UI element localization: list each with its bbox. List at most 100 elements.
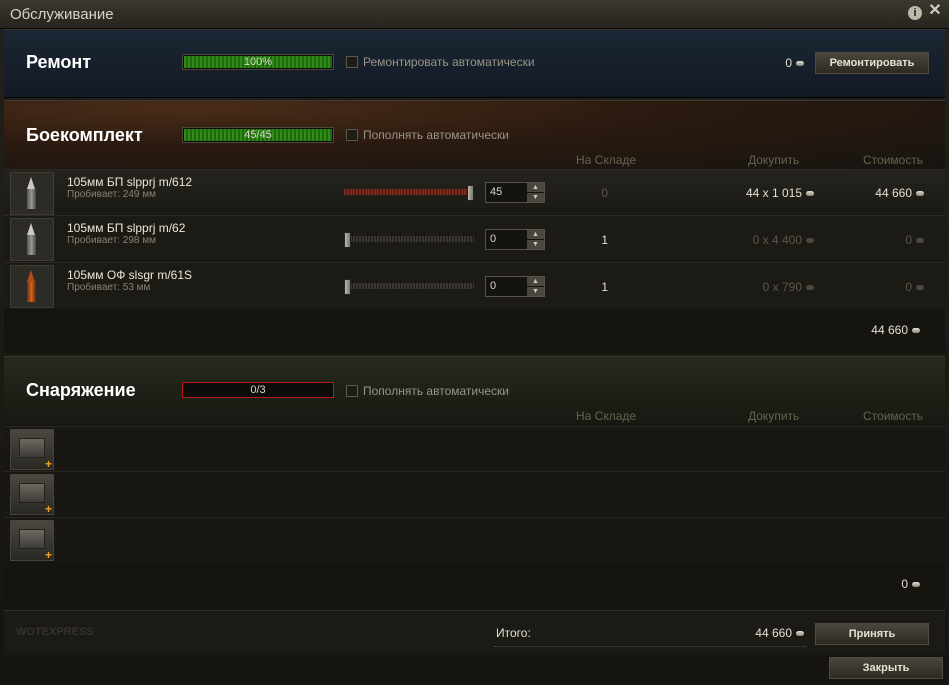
stepper-down-icon[interactable]: ▼ [527,240,544,249]
equipment-slot[interactable]: + [10,429,54,471]
credits-icon [912,582,920,587]
equipment-title: Снаряжение [26,380,136,400]
title-bar: Обслуживание i ✕ [0,0,949,29]
plus-icon: + [44,548,52,562]
ammo-buy: 0 x 4 400 [704,233,814,247]
ap-shell-icon [27,223,36,255]
equipment-auto-checkbox[interactable] [346,385,358,397]
ammo-buy: 44 x 1 015 [704,186,814,200]
stepper-up-icon[interactable]: ▲ [527,277,544,286]
ammo-cost: 0 [834,233,924,247]
ammo-slider-fill [344,189,472,195]
ammo-slider-thumb[interactable] [344,232,351,248]
ammo-slider-thumb[interactable] [344,279,351,295]
crate-icon [19,529,45,549]
crate-icon [19,438,45,458]
ammo-auto-label[interactable]: Пополнять автоматически [363,128,509,142]
ammo-row: 105мм БП slpprj m/62 Пробивает: 298 мм 0… [4,215,945,262]
shell-slot [10,172,54,215]
credits-icon [916,191,924,196]
ammo-cost-value: 44 660 [875,186,912,200]
ammo-row: 105мм БП slpprj m/612 Пробивает: 249 мм … [4,169,945,216]
equipment-col-stock: На Складе [576,409,637,423]
close-button[interactable]: Закрыть [829,657,943,679]
ammo-slider[interactable] [344,279,474,295]
ammo-penetration: Пробивает: 53 мм [67,282,151,293]
equipment-subtotal-value: 0 [901,577,908,591]
stepper-up-icon[interactable]: ▲ [527,230,544,239]
ammo-auto-checkbox[interactable] [346,129,358,141]
credits-icon [796,631,804,636]
total-value: 44 660 [704,626,804,640]
ammo-quantity-value: 45 [490,186,503,198]
total-divider [494,646,806,647]
ammo-subtotal: 44 660 [830,323,920,337]
ammo-title: Боекомплект [26,125,143,145]
repair-progress-label: 100% [243,56,273,68]
ammo-slider[interactable] [344,232,474,248]
equipment-col-buy: Докупить [748,409,800,423]
credits-icon [916,238,924,243]
ammo-name: 105мм БП slpprj m/62 [67,221,186,235]
stepper-down-icon[interactable]: ▼ [527,193,544,202]
total-amount: 44 660 [755,626,792,640]
repair-auto-checkbox[interactable] [346,56,358,68]
accept-button[interactable]: Принять [815,623,929,645]
ammo-cost: 0 [834,280,924,294]
repair-auto-label[interactable]: Ремонтировать автоматически [363,55,535,69]
ammo-buy: 0 x 790 [704,280,814,294]
equipment-col-cost: Стоимость [863,409,924,423]
window-title: Обслуживание [10,6,114,23]
credits-icon [806,285,814,290]
plus-icon: + [44,502,52,516]
close-icon[interactable]: ✕ [928,3,942,19]
equipment-row: + [4,471,945,516]
info-icon[interactable]: i [908,6,922,20]
ammo-slider[interactable] [344,185,474,201]
ammo-penetration: Пробивает: 249 мм [67,189,156,200]
ammo-name: 105мм БП slpprj m/612 [67,175,193,189]
ammo-cost-value: 0 [905,280,912,294]
plus-icon: + [44,457,52,471]
service-window: Обслуживание i ✕ Ремонт 100% Ремонтирова… [0,0,949,685]
ammo-slider-thumb[interactable] [467,185,474,201]
repair-section: Ремонт 100% Ремонтировать автоматически … [4,29,945,98]
ammo-quantity-stepper[interactable]: 0 ▲ ▼ [485,276,545,297]
stepper-up-icon[interactable]: ▲ [527,183,544,192]
watermark: WOTEXPRESS [16,626,94,638]
ap-shell-icon [27,177,36,209]
ammo-quantity-stepper[interactable]: 0 ▲ ▼ [485,229,545,250]
ammo-quantity-stepper[interactable]: 45 ▲ ▼ [485,182,545,203]
ammo-cost: 44 660 [834,186,924,200]
repair-button[interactable]: Ремонтировать [815,52,929,74]
shell-slot [10,218,54,261]
repair-title: Ремонт [26,52,92,72]
credits-icon [916,285,924,290]
ammo-buy-value: 44 x 1 015 [745,186,802,200]
equipment-slot[interactable]: + [10,474,54,516]
ammo-cost-value: 0 [905,233,912,247]
equipment-auto-label[interactable]: Пополнять автоматически [363,384,509,398]
shell-slot [10,265,54,308]
ammo-subtotal-value: 44 660 [871,323,908,337]
ammo-progress: 45/45 [182,127,334,143]
repair-progress: 100% [182,54,334,70]
repair-cost: 0 [744,56,804,70]
ammo-name: 105мм ОФ slsgr m/61S [67,268,192,282]
equipment-slot[interactable]: + [10,520,54,562]
ammo-col-stock: На Складе [576,153,637,167]
stepper-down-icon[interactable]: ▼ [527,287,544,296]
ammo-row: 105мм ОФ slsgr m/61S Пробивает: 53 мм 0 … [4,262,945,309]
footer: WOTEXPRESS Итого: 44 660 Принять [4,610,945,655]
ammo-quantity-value: 0 [490,280,497,292]
ammo-col-cost: Стоимость [863,153,924,167]
ammo-penetration: Пробивает: 298 мм [67,235,156,246]
equipment-progress: 0/3 [182,382,334,398]
equipment-subtotal: 0 [830,577,920,591]
equipment-row: + [4,426,945,471]
ammo-buy-value: 0 x 790 [762,280,802,294]
he-shell-icon [27,270,36,302]
repair-cost-value: 0 [785,56,792,70]
ammo-stock: 1 [601,280,608,294]
credits-icon [806,238,814,243]
